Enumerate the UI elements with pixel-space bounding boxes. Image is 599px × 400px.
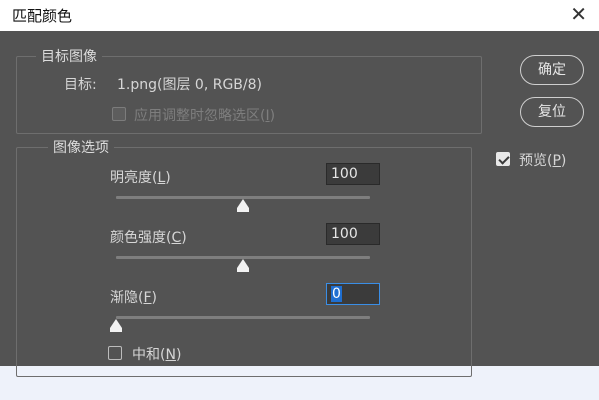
luminance-slider-thumb[interactable] — [237, 199, 249, 212]
ignore-selection-checkbox[interactable] — [112, 107, 126, 121]
color-intensity-label: 颜色强度(C) — [110, 230, 187, 246]
image-options-legend: 图像选项 — [48, 137, 114, 157]
luminance-input[interactable]: 100 — [326, 163, 380, 185]
neutralize-checkbox[interactable] — [108, 346, 122, 360]
fade-label: 渐隐(F) — [110, 290, 157, 306]
target-image-legend: 目标图像 — [36, 46, 102, 66]
target-value: 1.png(图层 0, RGB/8) — [117, 77, 262, 93]
fade-slider-thumb[interactable] — [110, 319, 122, 332]
fade-input-value: 0 — [331, 286, 342, 302]
title-bar: 匹配颜色 ✕ — [0, 0, 599, 31]
ignore-selection-label: 应用调整时忽略选区(I) — [134, 108, 276, 124]
color-intensity-input[interactable]: 100 — [326, 223, 380, 245]
close-icon[interactable]: ✕ — [570, 2, 587, 26]
fade-slider-track[interactable] — [116, 316, 370, 319]
preview-label: 预览(P) — [519, 153, 567, 169]
window-title: 匹配颜色 — [12, 7, 73, 25]
reset-button[interactable]: 复位 — [520, 97, 584, 127]
ok-button[interactable]: 确定 — [520, 55, 584, 85]
dialog-panel: 目标图像 目标: 1.png(图层 0, RGB/8) 应用调整时忽略选区(I)… — [0, 31, 599, 377]
luminance-label: 明亮度(L) — [110, 170, 171, 186]
fade-input[interactable]: 0 — [326, 283, 380, 305]
preview-checkbox[interactable] — [496, 152, 510, 166]
target-label: 目标: — [64, 77, 97, 93]
neutralize-label: 中和(N) — [132, 347, 182, 363]
color-intensity-slider-thumb[interactable] — [237, 259, 249, 272]
